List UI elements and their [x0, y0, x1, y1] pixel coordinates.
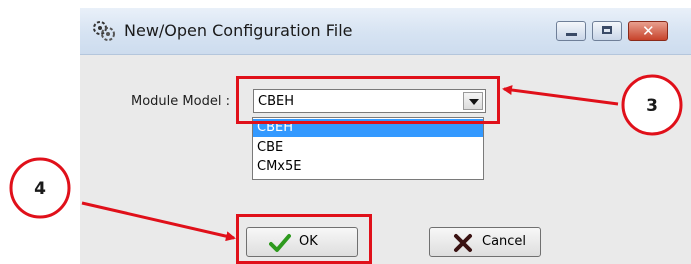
maximize-button[interactable] [592, 21, 622, 41]
cancel-x-icon [454, 234, 472, 252]
close-icon: ✕ [642, 22, 655, 40]
option-cbe[interactable]: CBE [253, 139, 483, 157]
app-gear-icon [93, 21, 115, 41]
module-model-dropdown-list: CBEH CBE CMx5E [252, 117, 484, 180]
close-button[interactable]: ✕ [628, 21, 668, 41]
title-bar[interactable]: New/Open Configuration File ✕ [80, 8, 691, 55]
module-model-label: Module Model : [131, 94, 230, 109]
dialog-window: New/Open Configuration File ✕ Module Mod… [80, 8, 691, 264]
cancel-button-label: Cancel [482, 234, 527, 249]
cancel-button[interactable]: Cancel [429, 227, 541, 257]
option-cmx5e[interactable]: CMx5E [253, 158, 483, 176]
annotation-highlight-combobox [236, 76, 500, 124]
annotation-highlight-ok [236, 214, 372, 264]
window-title: New/Open Configuration File [124, 21, 353, 40]
annotation-circle-4 [9, 157, 71, 219]
maximize-icon [602, 26, 612, 34]
minimize-button[interactable] [556, 21, 586, 41]
annotation-number-4: 4 [34, 179, 46, 199]
minimize-icon [566, 33, 577, 36]
